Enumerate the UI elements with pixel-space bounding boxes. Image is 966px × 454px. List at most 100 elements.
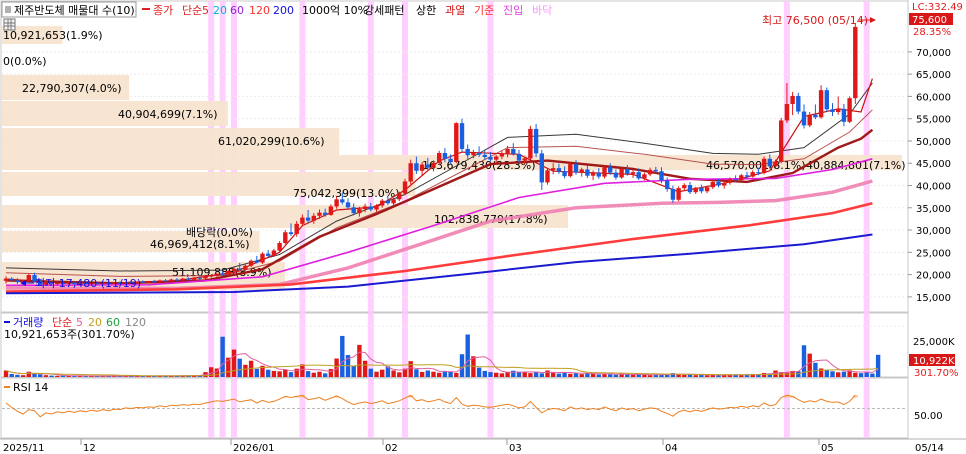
volume-profile-label: 10,921,653(1.9%) [3, 29, 103, 42]
candle-body [459, 123, 465, 149]
candle-body [465, 148, 470, 156]
candle-body [545, 170, 550, 183]
ma-period-60[interactable]: 60 [230, 4, 244, 17]
volume-bar [630, 374, 636, 377]
candle-body [380, 200, 385, 206]
candle-body [847, 98, 852, 122]
volume-bar [807, 353, 812, 377]
candle-body [305, 217, 311, 221]
candle-body [551, 168, 556, 171]
volume-bar [647, 375, 653, 377]
volume-bar [539, 373, 544, 377]
candle-body [368, 206, 373, 210]
x-axis-label: 12 [83, 443, 96, 454]
candle-body [231, 268, 237, 272]
candle-body [562, 171, 567, 177]
volume-bar [374, 371, 379, 377]
ma-period-5[interactable]: 5 [202, 4, 209, 17]
ma-period-200[interactable]: 200 [273, 4, 294, 17]
volume-bar [813, 362, 818, 377]
volume-bar [317, 371, 322, 377]
tag-overheat: 과열 [445, 4, 465, 17]
candle-body [590, 173, 596, 176]
candle-body [579, 169, 584, 173]
volume-bar [858, 373, 864, 377]
candle-body [494, 156, 499, 160]
candle-body [408, 163, 413, 182]
volume-bar [625, 374, 630, 377]
candle-body [682, 185, 687, 189]
candle-body [499, 153, 505, 157]
candle-body [824, 90, 829, 110]
volume-bar [49, 375, 54, 377]
volume-bar [300, 364, 305, 377]
candle-body [385, 200, 391, 204]
candle-body [260, 253, 265, 263]
candle-body [511, 148, 516, 154]
volume-bar [682, 374, 687, 377]
candle-body [779, 120, 784, 162]
candle-body [397, 193, 402, 200]
candle-body [9, 278, 14, 281]
volume-bar [488, 372, 493, 377]
candle-body [784, 103, 790, 121]
x-axis-label: 05/14 [915, 443, 944, 454]
filter-label: 1000억 10% [302, 4, 368, 17]
candle-body [659, 171, 664, 181]
volume-bar [465, 334, 470, 377]
volume-bar [357, 344, 362, 377]
candle-body [437, 152, 442, 163]
ma-period-20[interactable]: 20 [213, 4, 227, 17]
candle-body [505, 148, 510, 154]
price-tick-label: 25,000 [916, 248, 951, 259]
volume-bar [448, 371, 453, 377]
tag-base: 기준 [474, 4, 494, 17]
volume-bar [288, 372, 294, 377]
volume-bar [220, 336, 225, 377]
volume-bar [283, 369, 288, 377]
grid-toggle-icon[interactable] [3, 18, 16, 31]
candle-body [237, 268, 242, 270]
price-tick-label: 50,000 [916, 137, 951, 148]
volume-bar [659, 374, 664, 377]
pattern-label: 강세패턴 [364, 4, 404, 17]
volume-bar [408, 361, 413, 377]
candle-body [693, 187, 698, 193]
candle-body [516, 153, 522, 161]
candle-body [214, 273, 220, 276]
candle-body [676, 188, 681, 200]
volume-pct-tag: 301.70% [914, 368, 959, 379]
candle-body [625, 169, 630, 174]
volume-bar [231, 349, 237, 377]
volume-bar [55, 375, 60, 377]
menu-icon[interactable] [5, 6, 11, 13]
candle-body [180, 278, 185, 280]
candle-body [602, 167, 607, 177]
volume-bar [311, 372, 316, 377]
volume-profile-label: 22,790,307(4.0%) [22, 82, 122, 95]
candle-body [209, 275, 214, 277]
candle-body [568, 164, 573, 177]
volume-bar [579, 374, 584, 377]
ma-period-120[interactable]: 120 [249, 4, 270, 17]
candle-body [773, 161, 778, 167]
volume-bar [380, 369, 385, 377]
candle-body [323, 212, 328, 215]
volume-bar [704, 375, 710, 377]
candle-body [402, 181, 408, 194]
volume-profile-label: 75,042,399(13.0%) [293, 187, 400, 200]
candle-body [311, 215, 316, 221]
volume-bar [323, 373, 328, 377]
volume-bar [368, 368, 373, 377]
rsi-title: RSI 14 [13, 381, 48, 394]
x-axis-label: 02 [385, 443, 398, 454]
candle-body [163, 280, 168, 282]
volume-bar [511, 370, 516, 377]
volume-bar [836, 372, 841, 377]
candle-body [585, 169, 590, 176]
volume-bar [528, 373, 533, 377]
candle-body [248, 260, 254, 266]
volume-bar [431, 371, 436, 377]
candle-body [226, 271, 231, 275]
price-tick-label: 40,000 [916, 182, 951, 193]
